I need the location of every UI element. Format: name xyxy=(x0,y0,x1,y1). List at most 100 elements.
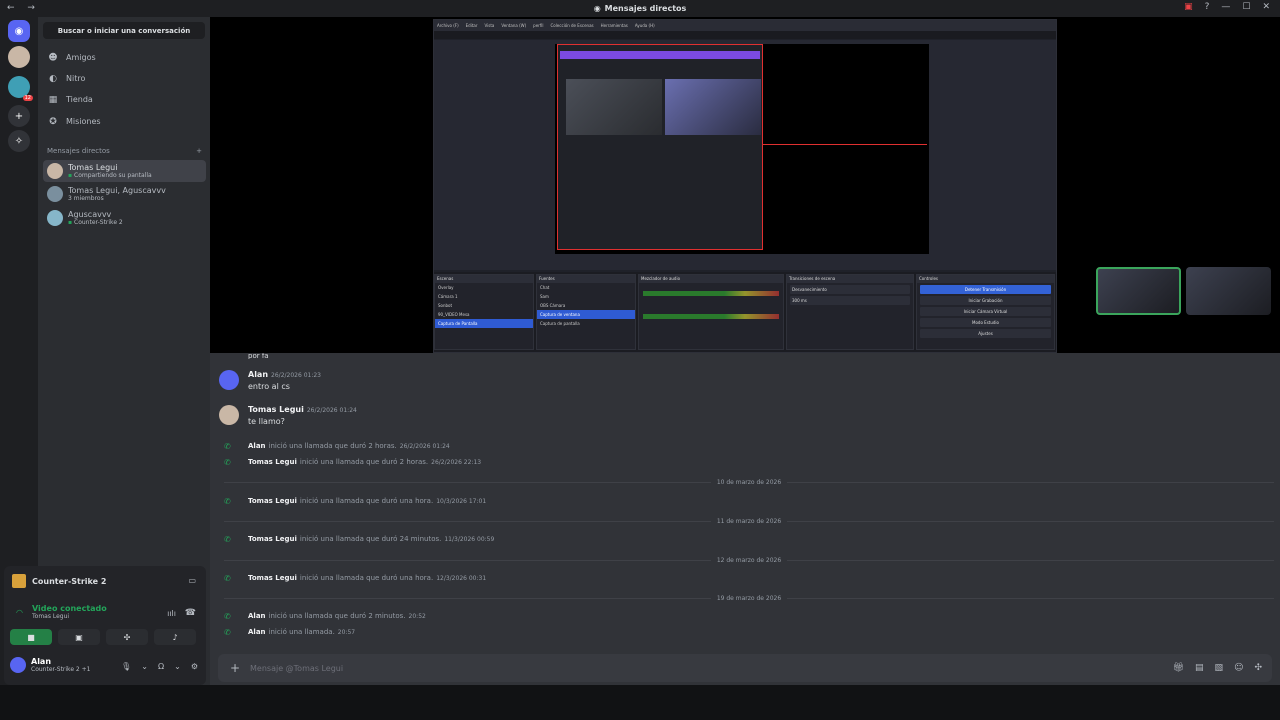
obs-preview xyxy=(434,40,1056,270)
obs-menu-item: Vista xyxy=(484,23,495,28)
avatar[interactable] xyxy=(219,405,239,425)
caller[interactable]: Tomas Legui xyxy=(248,497,297,505)
gear-icon[interactable]: ⚙ xyxy=(191,662,198,671)
timestamp: 10/3/2026 17:01 xyxy=(436,497,487,505)
screen-share-button[interactable]: ▣ xyxy=(58,629,100,645)
obs-mixer-dock: Mezclador de audio xyxy=(638,274,784,350)
dm-item-group[interactable]: Tomas Legui, Aguscavvv 3 miembros xyxy=(43,183,206,205)
soundboard-icon: ♪ xyxy=(172,632,178,642)
notification-badge: 12 xyxy=(22,95,33,101)
soundboard-button[interactable]: ♪ xyxy=(154,629,196,645)
message-header: Alan 26/2/2026 01:23 xyxy=(248,370,321,379)
camera-thumbnail xyxy=(566,79,662,135)
source-item: Sam xyxy=(540,294,549,299)
window-title-wrap: ◉ Mensajes directos xyxy=(594,4,687,13)
obs-menu-item: Colección de Escenas xyxy=(550,23,594,28)
call-event: ✆ Tomas Legui inició una llamada que duró … xyxy=(224,495,1264,507)
obs-control: Iniciar Cámara Virtual xyxy=(920,307,1051,316)
obs-menu-item: perfil xyxy=(533,23,544,28)
caller[interactable]: Alan xyxy=(248,612,266,620)
screen-share-icon[interactable]: ▣ xyxy=(1184,2,1193,12)
camera-button[interactable]: ■ xyxy=(10,629,52,645)
participant-tile[interactable] xyxy=(1186,267,1271,315)
obs-docks: Escenas Overlay Cámara 1 Sonbot 90_VIDEO… xyxy=(434,272,1056,352)
discover-button[interactable]: ✧ xyxy=(8,130,30,152)
activities-button[interactable]: ✣ xyxy=(106,629,148,645)
nav-item-label: Misiones xyxy=(66,117,101,126)
nav-item-store[interactable]: ▦ Tienda xyxy=(46,90,204,109)
nav-item-quests[interactable]: ✪ Misiones xyxy=(46,112,204,131)
current-user[interactable]: Alan Counter-Strike 2 +1 xyxy=(10,657,90,673)
message-header: Tomas Legui 26/2/2026 01:24 xyxy=(248,405,357,414)
author[interactable]: Alan xyxy=(248,370,268,379)
attach-plus-icon[interactable]: + xyxy=(224,661,246,675)
disconnect-icon[interactable]: ☎ xyxy=(185,608,196,618)
caller[interactable]: Tomas Legui xyxy=(248,535,297,543)
nav-item-label: Nitro xyxy=(66,74,86,83)
avatar xyxy=(47,186,63,202)
gift-icon[interactable]: 🎁︎ xyxy=(1173,663,1184,673)
emoji-icon[interactable]: ☺ xyxy=(1234,663,1243,673)
home-button[interactable]: ◉ xyxy=(8,20,30,42)
chevron-down-icon[interactable]: ⌄ xyxy=(141,662,148,671)
caller[interactable]: Alan xyxy=(248,442,266,450)
dm-main: Archivo (F) Editar Vista Ventana (W) per… xyxy=(210,17,1280,685)
sticker-icon[interactable]: ▧ xyxy=(1215,663,1224,673)
nav-item-label: Amigos xyxy=(66,53,96,62)
partial-message: por fa xyxy=(248,353,269,359)
nav-item-nitro[interactable]: ◐ Nitro xyxy=(46,69,204,88)
dm-header: Mensajes directos + xyxy=(47,147,202,155)
message-text: te llamo? xyxy=(248,417,285,426)
title-bar: ← → ◉ Mensajes directos ▣ ? — ☐ ✕ xyxy=(0,0,1280,17)
minimize-icon[interactable]: — xyxy=(1221,2,1230,12)
create-dm-button[interactable]: + xyxy=(196,147,202,155)
dock-title: Fuentes xyxy=(537,275,635,283)
caller[interactable]: Tomas Legui xyxy=(248,458,297,466)
close-icon[interactable]: ✕ xyxy=(1262,2,1270,12)
phone-icon: ✆ xyxy=(224,573,231,583)
help-icon[interactable]: ? xyxy=(1205,2,1210,12)
scene-item: Overlay xyxy=(438,285,454,290)
noise-icon[interactable]: ıılı xyxy=(167,609,176,618)
timestamp: 26/2/2026 01:24 xyxy=(306,407,357,414)
add-server-button[interactable]: + xyxy=(8,105,30,127)
nav-item-friends[interactable]: ☻ Amigos xyxy=(46,48,204,67)
microphone-icon[interactable]: 🎙︎ xyxy=(121,662,131,671)
headphones-icon[interactable]: Ω xyxy=(158,662,164,671)
stream-stage[interactable]: Archivo (F) Editar Vista Ventana (W) per… xyxy=(210,17,1280,353)
dock-title: Mezclador de audio xyxy=(639,275,783,283)
gif-icon[interactable]: ▤ xyxy=(1195,663,1204,673)
apps-icon[interactable]: ✣ xyxy=(1254,663,1262,673)
voice-channel[interactable]: Tomas Legui xyxy=(12,613,107,620)
history-nav[interactable]: ← → xyxy=(7,3,40,13)
scene-item: Captura de Pantalla xyxy=(435,319,533,328)
server-avatar-1[interactable] xyxy=(8,46,30,68)
avatar[interactable] xyxy=(219,370,239,390)
activity-settings-icon[interactable]: ▭ xyxy=(188,576,196,585)
dm-item-aguscavvv[interactable]: Aguscavvv ▪ Counter-Strike 2 xyxy=(43,207,206,229)
caller[interactable]: Tomas Legui xyxy=(248,574,297,582)
avatar xyxy=(10,657,26,673)
game-icon xyxy=(12,574,26,588)
friends-icon: ☻ xyxy=(48,52,58,63)
server-avatar-2[interactable]: 12 xyxy=(8,76,33,101)
timestamp: 26/2/2026 01:24 xyxy=(399,442,450,450)
author[interactable]: Tomas Legui xyxy=(248,405,304,414)
participant-tile[interactable] xyxy=(1096,267,1181,315)
audio-meter xyxy=(643,314,779,319)
obs-canvas xyxy=(555,44,929,254)
message-input[interactable]: Mensaje @Tomas Legui xyxy=(250,664,1173,673)
date-label: 10 de marzo de 2026 xyxy=(716,478,782,486)
game-icon: ▪ xyxy=(68,218,73,226)
nitro-icon: ◐ xyxy=(49,73,57,84)
username: Alan xyxy=(31,657,52,666)
timestamp: 11/3/2026 00:59 xyxy=(444,535,495,543)
caller[interactable]: Alan xyxy=(248,628,266,636)
maximize-icon[interactable]: ☐ xyxy=(1242,2,1250,12)
quests-icon: ✪ xyxy=(49,116,57,127)
composer-tools: 🎁︎ ▤ ▧ ☺ ✣ xyxy=(1173,663,1262,673)
search-conversation-button[interactable]: Buscar o iniciar una conversación xyxy=(43,22,205,39)
bottom-black-area xyxy=(0,685,1280,720)
dm-item-tomas[interactable]: Tomas Legui ▪ Compartiendo su pantalla xyxy=(43,160,206,182)
chevron-down-icon[interactable]: ⌄ xyxy=(174,662,181,671)
